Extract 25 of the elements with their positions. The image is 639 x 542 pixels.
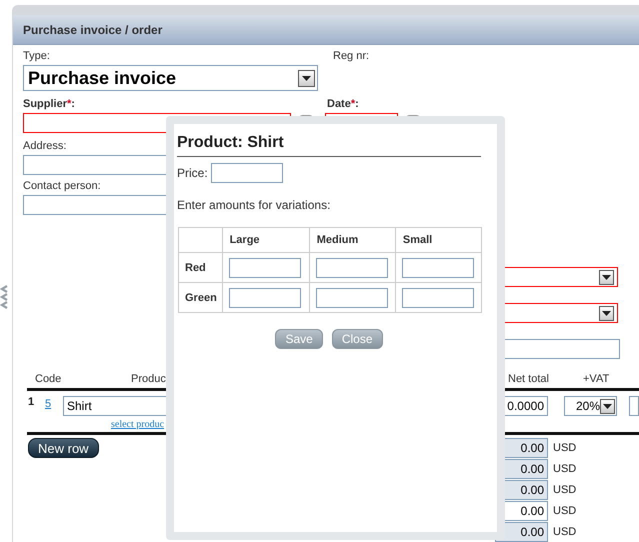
row-number: 1: [27, 396, 36, 408]
currency-label: USD: [553, 484, 576, 496]
field-label: Type:: [23, 50, 51, 63]
currency-label: USD: [553, 526, 576, 538]
field-label: Contact person:: [23, 180, 101, 193]
column-header: Net total: [507, 373, 550, 385]
currency-label: USD: [553, 442, 576, 454]
field-label: Address:: [23, 140, 66, 153]
field-label: Reg nr:: [333, 50, 370, 63]
instruction-text: Enter amounts for variations:: [177, 198, 332, 212]
field-label: Date*:: [327, 98, 360, 111]
window-title: Purchase invoice / order: [13, 15, 639, 45]
price-label: Price:: [177, 166, 208, 180]
currency-label: USD: [553, 505, 576, 517]
currency-label: USD: [553, 463, 576, 475]
column-header: Large: [222, 228, 310, 252]
column-header: Small: [395, 228, 482, 252]
column-header: Produc: [130, 373, 167, 385]
column-header: Code: [34, 373, 62, 385]
column-header: Medium: [309, 228, 396, 252]
row-header: Green: [178, 282, 222, 312]
dialog-title: Product: Shirt: [177, 134, 481, 157]
field-label: Supplier*:: [23, 98, 76, 111]
row-header: Red: [178, 252, 222, 282]
column-header: +VAT: [582, 373, 610, 385]
